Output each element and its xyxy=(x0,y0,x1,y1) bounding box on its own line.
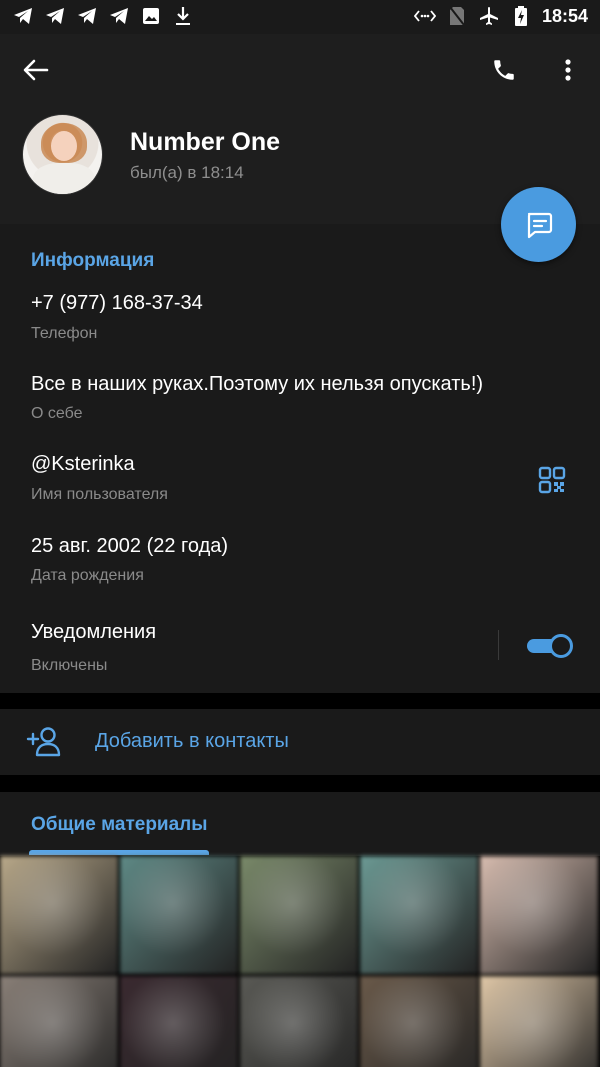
birthday-label: Дата рождения xyxy=(31,567,144,584)
back-button[interactable] xyxy=(16,50,56,90)
media-thumbnail[interactable] xyxy=(480,976,598,1067)
battery-charging-icon xyxy=(510,4,532,28)
username-value[interactable]: @Ksterinka xyxy=(31,453,135,476)
divider xyxy=(498,630,499,660)
bio-value[interactable]: Все в наших руках.Поэтому их нельзя опус… xyxy=(31,373,483,396)
add-contact-label: Добавить в контакты xyxy=(95,730,289,752)
birthday-value[interactable]: 25 авг. 2002 (22 года) xyxy=(31,535,228,558)
avatar[interactable] xyxy=(22,114,103,195)
no-sim-icon xyxy=(446,4,468,28)
telegram-icon xyxy=(44,4,66,28)
status-bar: 18:54 xyxy=(0,0,600,34)
phone-value[interactable]: +7 (977) 168-37-34 xyxy=(31,292,203,315)
username-label: Имя пользователя xyxy=(31,486,168,503)
media-thumbnail[interactable] xyxy=(120,856,238,974)
qr-code-icon xyxy=(538,466,566,494)
media-thumbnail[interactable] xyxy=(360,976,478,1067)
media-thumbnail[interactable] xyxy=(240,976,358,1067)
bio-label: О себе xyxy=(31,405,83,422)
download-icon xyxy=(172,4,194,28)
phone-label: Телефон xyxy=(31,325,98,342)
notifications-title[interactable]: Уведомления xyxy=(31,621,156,644)
more-vertical-icon xyxy=(565,59,571,81)
call-button[interactable] xyxy=(484,50,524,90)
media-thumbnail[interactable] xyxy=(0,976,118,1067)
status-time: 18:54 xyxy=(541,5,588,26)
telegram-icon xyxy=(12,4,34,28)
telegram-icon xyxy=(108,4,130,28)
media-thumbnail[interactable] xyxy=(240,856,358,974)
media-grid xyxy=(0,856,600,1067)
media-thumbnail[interactable] xyxy=(480,856,598,974)
shared-media-section: Общие материалы xyxy=(0,792,600,1067)
info-section-title: Информация xyxy=(31,250,155,271)
profile-name: Number One xyxy=(130,128,281,156)
media-thumbnail[interactable] xyxy=(0,856,118,974)
telegram-icon xyxy=(76,4,98,28)
send-message-button[interactable] xyxy=(501,187,576,262)
notifications-toggle[interactable] xyxy=(527,634,573,658)
more-options-button[interactable] xyxy=(548,50,588,90)
add-user-icon xyxy=(26,727,61,757)
tab-indicator xyxy=(29,850,209,855)
wifi-calling-icon xyxy=(413,4,436,28)
image-icon xyxy=(140,4,162,28)
arrow-left-icon xyxy=(23,59,49,81)
profile-header: Number One был(а) в 18:14 xyxy=(0,34,600,224)
notifications-status: Включены xyxy=(31,657,108,674)
message-icon xyxy=(527,212,552,238)
media-thumbnail[interactable] xyxy=(120,976,238,1067)
qr-code-button[interactable] xyxy=(536,464,568,496)
info-section: Информация +7 (977) 168-37-34 Телефон Вс… xyxy=(0,224,600,693)
tab-shared-media[interactable]: Общие материалы xyxy=(31,814,207,836)
media-thumbnail[interactable] xyxy=(360,856,478,974)
last-seen-status: был(а) в 18:14 xyxy=(130,163,244,182)
add-contact-button[interactable]: Добавить в контакты xyxy=(0,709,600,775)
airplane-mode-icon xyxy=(478,4,500,28)
phone-icon xyxy=(494,60,514,80)
